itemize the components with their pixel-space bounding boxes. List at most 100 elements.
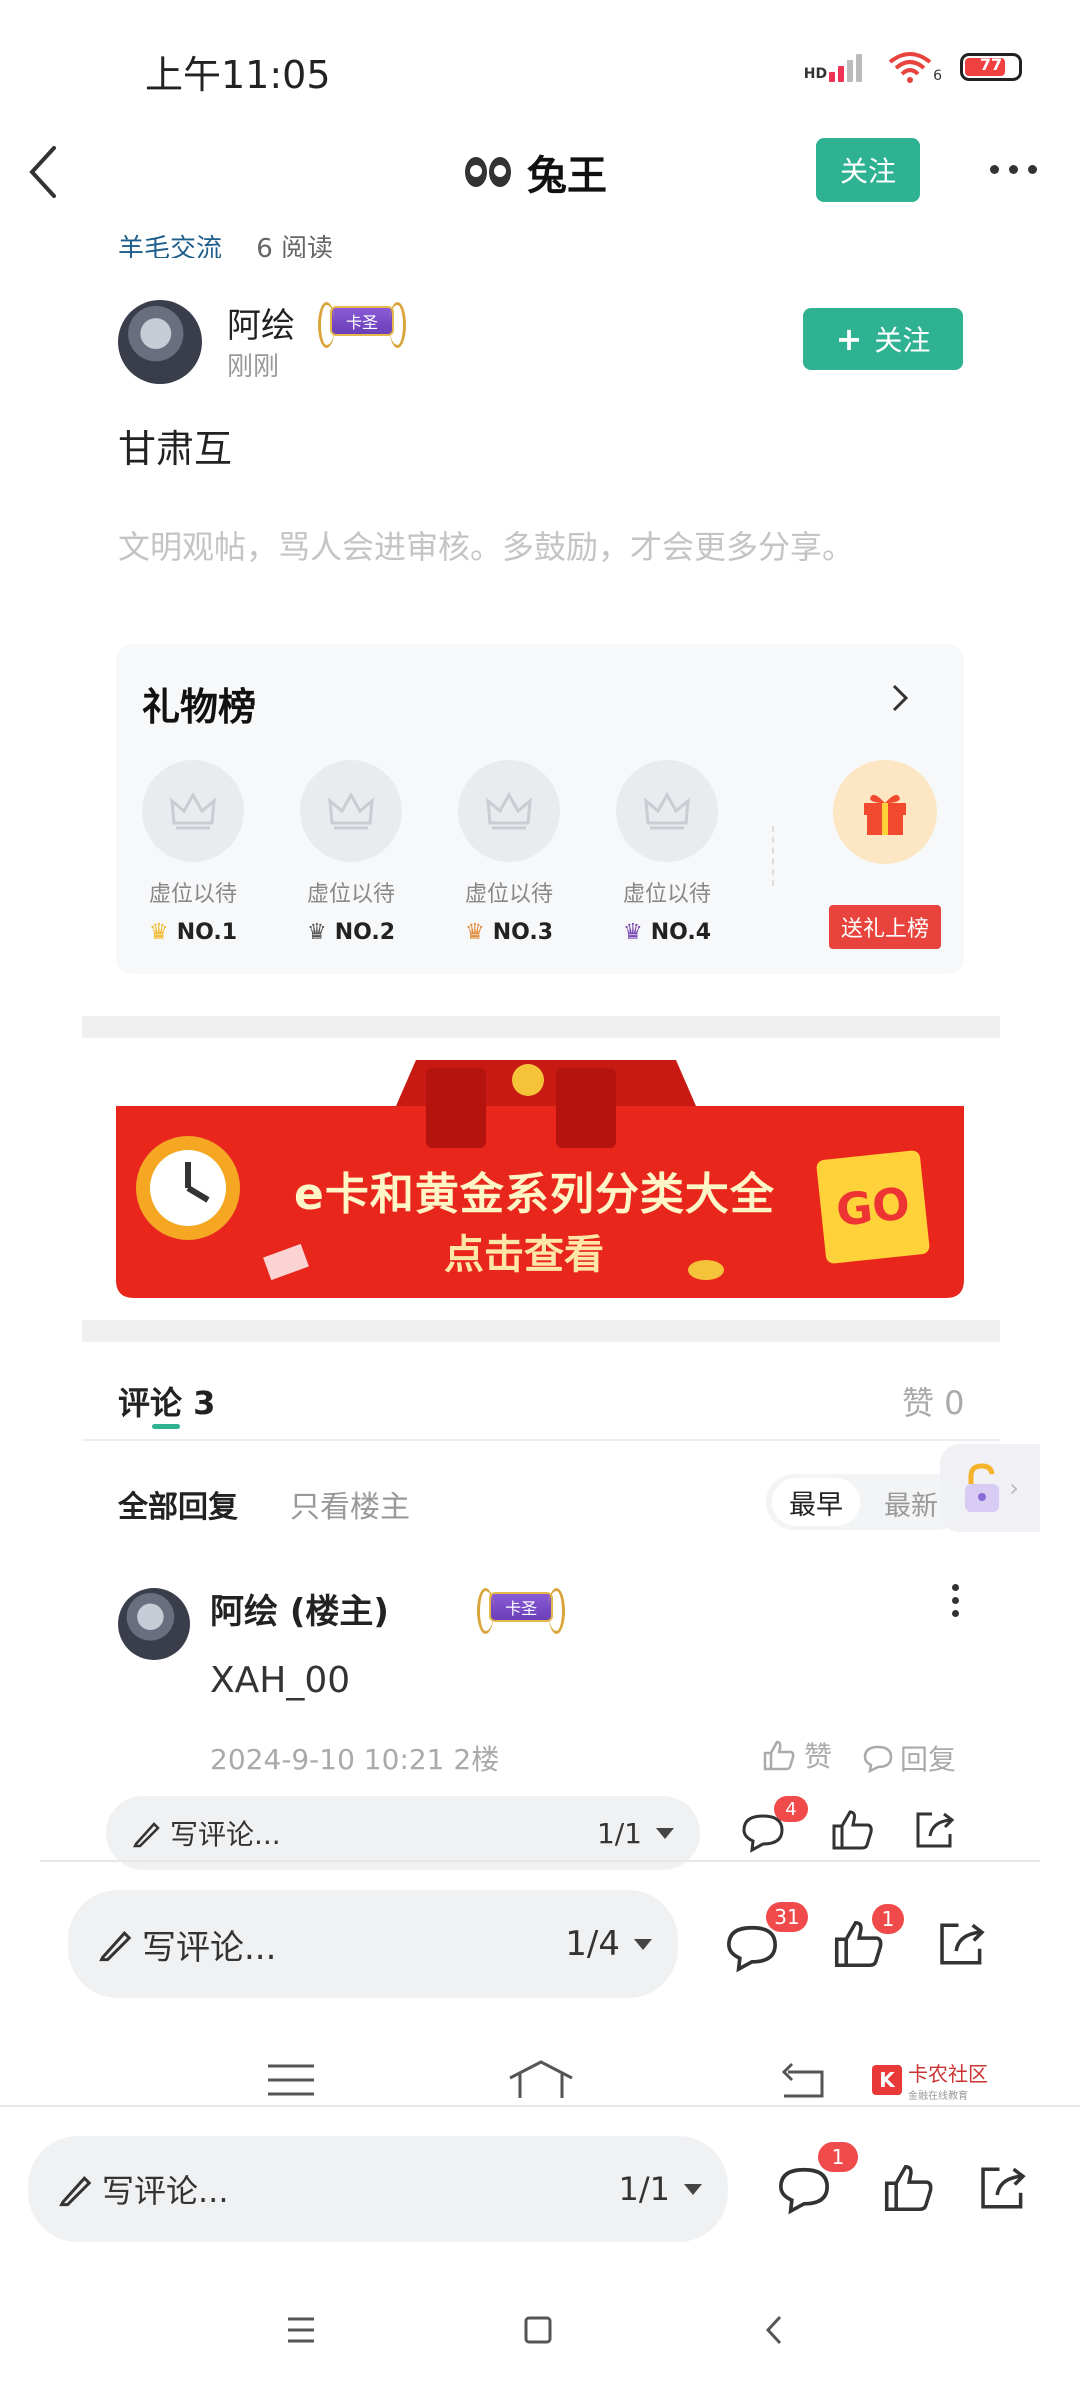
promo-banner[interactable]: e卡和黄金系列分类大全 点击查看 GO xyxy=(116,1060,964,1298)
reply-bubble-icon xyxy=(863,1745,893,1773)
system-back-icon[interactable] xyxy=(764,2314,784,2346)
gift-board-title[interactable]: 礼物榜 xyxy=(142,676,256,731)
author-name[interactable]: 阿绘 xyxy=(227,298,295,347)
gift-slot-4[interactable]: 虚位以待 ♛ NO.4 xyxy=(607,760,727,945)
comment-more-icon[interactable] xyxy=(952,1584,959,1617)
comment-level-badge: 卡圣 xyxy=(477,1588,566,1634)
send-gift-button[interactable]: 送礼上榜 xyxy=(829,905,941,949)
comment-reply-label: 回复 xyxy=(900,1743,957,1776)
header-title: 兔王 xyxy=(465,143,607,201)
back-nav-icon[interactable] xyxy=(778,2060,828,2100)
caret-down-icon[interactable] xyxy=(634,1938,652,1950)
more-options-icon[interactable] xyxy=(990,165,1037,174)
sort-newest[interactable]: 最新 xyxy=(884,1484,938,1523)
banner-go-button[interactable]: GO xyxy=(815,1149,931,1265)
home-icon[interactable] xyxy=(506,2058,576,2100)
crown-placeholder-icon xyxy=(458,760,560,862)
menu-icon[interactable] xyxy=(266,2062,316,2098)
slot-label: 虚位以待 xyxy=(622,882,711,907)
chevron-right-icon[interactable] xyxy=(888,678,912,718)
kanong-logo-icon: K xyxy=(872,2065,902,2095)
silver-crown-icon: ♛ xyxy=(306,920,327,945)
like-icon[interactable] xyxy=(830,1808,874,1856)
crown-placeholder-icon xyxy=(300,760,402,862)
plus-icon: + xyxy=(835,320,863,358)
system-menu-icon[interactable] xyxy=(286,2316,316,2344)
share-icon[interactable] xyxy=(976,2162,1030,2218)
comment-count-badge: 31 xyxy=(766,1902,808,1932)
banner-title: e卡和黄金系列分类大全 xyxy=(294,1169,775,1220)
gift-slot-1[interactable]: 虚位以待 ♛ NO.1 xyxy=(133,760,253,945)
chevron-right-icon: › xyxy=(1009,1474,1019,1502)
tab-comments[interactable]: 评论 3 xyxy=(118,1378,215,1424)
caret-down-icon[interactable] xyxy=(656,1827,674,1839)
comment-icon[interactable]: 1 xyxy=(776,2142,858,2216)
slot-rank: NO.4 xyxy=(650,920,712,945)
read-count: 6 阅读 xyxy=(256,234,334,258)
page-indicator: 1/4 xyxy=(565,1924,620,1964)
tab-likes[interactable]: 赞 0 xyxy=(902,1378,965,1424)
unlock-floating-tab[interactable]: › xyxy=(940,1444,1040,1532)
crown-icon: ♛ xyxy=(622,920,643,945)
divider xyxy=(0,2105,1080,2107)
user-avatar-icon xyxy=(465,157,511,187)
comment-avatar[interactable] xyxy=(118,1588,190,1660)
civility-hint: 文明观帖，骂人会进审核。多鼓励，才会更多分享。 xyxy=(118,528,855,566)
comment-text: XAH_00 xyxy=(210,1660,351,1701)
page-title: 兔王 xyxy=(527,153,607,199)
header-follow-button[interactable]: 关注 xyxy=(816,138,920,202)
signal-icon: HD xyxy=(804,52,869,82)
back-icon[interactable] xyxy=(22,142,62,202)
pen-icon xyxy=(99,1931,132,1962)
category-link[interactable]: 羊毛交流 xyxy=(118,234,222,258)
share-icon[interactable] xyxy=(912,1808,958,1856)
comment-input-bar[interactable]: 写评论... 1/1 xyxy=(28,2136,728,2242)
kanong-watermark: K 卡农社区 金融在线教育 xyxy=(872,2058,988,2102)
comment-like-label: 赞 xyxy=(804,1740,833,1773)
like-icon[interactable] xyxy=(882,2162,934,2218)
comment-reply-button[interactable]: 回复 xyxy=(862,1738,956,1778)
share-icon[interactable] xyxy=(935,1918,989,1974)
crown-placeholder-icon xyxy=(142,760,244,862)
divider xyxy=(772,826,774,886)
gift-icon[interactable] xyxy=(833,760,937,864)
comment-like-button[interactable]: 赞 xyxy=(762,1735,832,1775)
like-count-badge: 1 xyxy=(872,1904,904,1934)
slot-label: 虚位以待 xyxy=(148,882,237,907)
page-indicator: 1/1 xyxy=(596,1816,642,1850)
filter-all-replies[interactable]: 全部回复 xyxy=(118,1482,238,1526)
page-indicator: 1/1 xyxy=(618,2170,671,2208)
caret-down-icon[interactable] xyxy=(684,2183,702,2195)
crown-placeholder-icon xyxy=(616,760,718,862)
pen-icon xyxy=(132,1822,160,1848)
lock-icon xyxy=(965,1463,1000,1512)
slot-rank: NO.2 xyxy=(334,920,396,945)
comment-input-bar[interactable]: 写评论... 1/4 xyxy=(68,1890,678,1998)
watermark-sub: 金融在线教育 xyxy=(908,2091,968,2102)
slot-label: 虚位以待 xyxy=(464,882,553,907)
comment-author[interactable]: 阿绘 (楼主) xyxy=(210,1584,389,1633)
post-time: 刚刚 xyxy=(227,352,280,382)
divider xyxy=(82,1439,1000,1441)
battery-icon: 77 xyxy=(960,53,1022,81)
gift-slot-3[interactable]: 虚位以待 ♛ NO.3 xyxy=(449,760,569,945)
gold-crown-icon: ♛ xyxy=(148,920,169,945)
banner-subtitle: 点击查看 xyxy=(444,1232,604,1278)
status-indicators: HD 6 77 xyxy=(804,50,1022,84)
author-avatar[interactable] xyxy=(118,300,202,384)
gift-slot-2[interactable]: 虚位以待 ♛ NO.2 xyxy=(291,760,411,945)
tab-indicator xyxy=(152,1424,180,1429)
comment-count-badge: 1 xyxy=(818,2142,858,2172)
thumbs-up-icon xyxy=(763,1740,795,1771)
sort-earliest[interactable]: 最早 xyxy=(772,1478,860,1526)
comment-icon[interactable]: 4 xyxy=(740,1796,808,1854)
follow-label: 关注 xyxy=(874,324,931,357)
system-home-icon[interactable] xyxy=(524,2316,552,2344)
comment-count-badge: 4 xyxy=(774,1796,808,1822)
author-follow-button[interactable]: + 关注 xyxy=(803,308,963,370)
status-time: 上午11:05 xyxy=(145,53,331,97)
comment-input-bar[interactable]: 写评论... 1/1 xyxy=(106,1796,700,1870)
comment-icon[interactable]: 31 xyxy=(724,1902,808,1974)
like-icon[interactable]: 1 xyxy=(832,1904,904,1974)
filter-owner-only[interactable]: 只看楼主 xyxy=(290,1482,410,1526)
